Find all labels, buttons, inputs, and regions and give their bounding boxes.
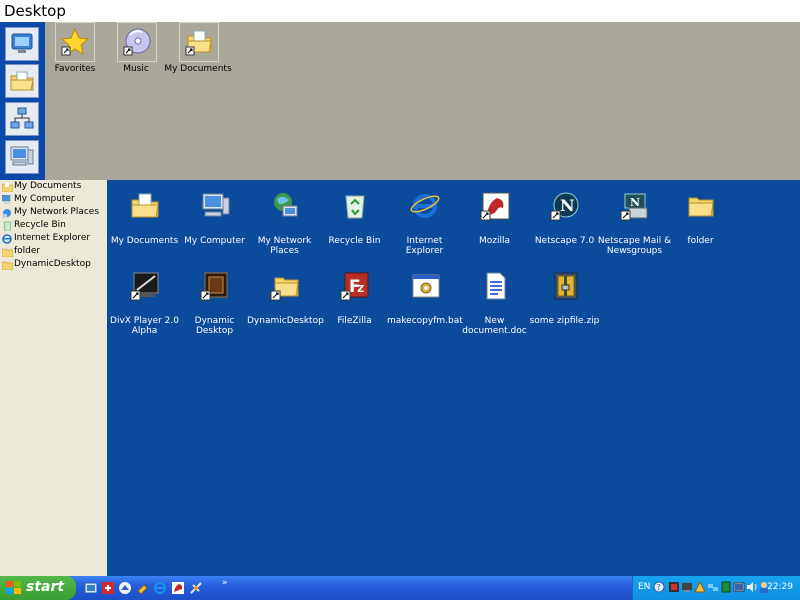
network-icon <box>273 193 297 217</box>
quick-launch-mozilla-icon[interactable] <box>171 581 185 595</box>
svg-text:N: N <box>630 196 640 209</box>
desktop-icon-my-computer[interactable]: My Computer <box>177 190 252 246</box>
tray-display-icon[interactable] <box>733 581 745 593</box>
recycle-bin-icon <box>3 221 12 231</box>
display-icon <box>11 33 33 53</box>
desktop-icon-netscape-mail[interactable]: N Netscape Mail & Newsgroups <box>597 190 672 256</box>
netscape-mail-icon: N <box>620 193 647 221</box>
computer-icon <box>2 195 11 204</box>
quick-launch-documents-button[interactable] <box>5 64 39 98</box>
quick-launch-ie-icon[interactable] <box>153 581 167 595</box>
dynamic-desktop-icon <box>200 272 227 301</box>
quick-launch-blue-icon[interactable] <box>118 581 132 595</box>
folder-docs-icon <box>10 71 34 91</box>
doc-file-icon <box>486 272 505 300</box>
start-button[interactable]: start <box>0 576 76 600</box>
tray-help-icon[interactable]: ? <box>653 581 665 593</box>
title-bar: Desktop <box>0 0 800 22</box>
cd-icon <box>123 28 151 56</box>
desktop-icon-some-zipfile-zip[interactable]: some zipfile.zip <box>527 270 602 326</box>
desktop-icon-netscape[interactable]: N Netscape 7.0 <box>527 190 602 246</box>
folder-icon <box>688 197 714 217</box>
music-label: Music <box>123 64 149 74</box>
folder-icon <box>2 261 13 270</box>
desktop-icon-new-document-doc[interactable]: New document.doc <box>457 270 532 336</box>
tray-green-icon[interactable] <box>720 581 732 593</box>
desktop-icon-filezilla[interactable]: F Z FileZilla <box>317 270 392 326</box>
folder-docs-icon <box>2 183 13 192</box>
quick-launch-red-icon[interactable] <box>101 581 115 595</box>
taskbar: start » EN ? 22:29 <box>0 576 800 600</box>
mozilla-icon <box>480 192 509 221</box>
desktop-icon-my-documents[interactable]: My Documents <box>107 190 182 246</box>
quick-launch-sidebar <box>0 22 45 180</box>
zip-file-icon <box>554 272 577 300</box>
computer-icon <box>202 193 229 217</box>
desktop-icon-makecopyfm-bat[interactable]: makecopyfm.bat <box>387 270 463 326</box>
filezilla-icon: F Z <box>340 272 368 301</box>
tray-dark-icon[interactable] <box>668 581 680 593</box>
quick-launch-overflow-chevron[interactable]: » <box>222 578 228 588</box>
ie-icon <box>409 194 440 218</box>
tray-monitor-icon[interactable] <box>681 581 693 593</box>
desktop-icon-mozilla[interactable]: Mozilla <box>457 190 532 246</box>
recycle-bin-icon <box>344 195 365 219</box>
quick-launch-computer-button[interactable] <box>5 140 39 174</box>
network-icon <box>2 209 11 218</box>
my-documents-label: My Documents <box>164 64 232 74</box>
music-shortcut[interactable] <box>117 22 157 62</box>
quick-launch-satellite-icon[interactable] <box>189 581 203 595</box>
network-icon <box>10 107 34 129</box>
window-title: Desktop <box>4 2 66 20</box>
language-indicator[interactable]: EN <box>638 582 650 592</box>
folder-icon <box>2 248 13 257</box>
folder-icon <box>270 277 299 301</box>
desktop-icon-my-network-places[interactable]: My Network Places <box>247 190 322 256</box>
netscape-icon: N <box>550 192 578 221</box>
desktop-icon-recycle-bin[interactable]: Recycle Bin <box>317 190 392 246</box>
tray-volume-icon[interactable] <box>746 581 758 593</box>
my-documents-shortcut[interactable] <box>179 22 219 62</box>
windows-logo-icon <box>6 581 21 594</box>
system-tray: EN ? 22:29 <box>632 576 800 600</box>
quick-launch-display-button[interactable] <box>5 27 39 61</box>
svg-text:?: ? <box>657 583 661 592</box>
tray-network-icon[interactable] <box>707 581 719 593</box>
quick-launch-tools-icon[interactable] <box>136 581 150 595</box>
favorites-shortcut[interactable] <box>55 22 95 62</box>
svg-text:N: N <box>560 196 575 215</box>
divx-icon <box>130 272 158 301</box>
desktop-icon-divx-player[interactable]: DivX Player 2.0 Alpha <box>107 270 182 336</box>
bat-file-icon <box>412 274 439 298</box>
desktop-area: My Documents My Computer My Network Plac… <box>107 180 800 576</box>
folder-docs-icon <box>131 193 159 218</box>
svg-text:Z: Z <box>357 284 364 295</box>
star-icon <box>60 27 90 56</box>
clock[interactable]: 22:29 <box>767 582 793 592</box>
desktop-icon-internet-explorer[interactable]: Internet Explorer <box>387 190 462 256</box>
favorites-label: Favorites <box>54 64 96 74</box>
computer-icon <box>10 146 34 166</box>
desktop-icon-dynamic-desktop[interactable]: Dynamic Desktop <box>177 270 252 336</box>
desktop-icon-dynamicdesktop-folder[interactable]: DynamicDesktop <box>247 270 324 326</box>
show-desktop-icon[interactable] <box>84 581 98 595</box>
tray-paint-icon[interactable] <box>694 581 706 593</box>
ie-icon <box>2 234 12 244</box>
folder-docs-icon <box>185 30 212 56</box>
quick-launch-network-button[interactable] <box>5 102 39 136</box>
desktop-icon-folder[interactable]: folder <box>663 190 738 246</box>
folder-tree: My Documents My Computer My Network Plac… <box>0 180 107 576</box>
